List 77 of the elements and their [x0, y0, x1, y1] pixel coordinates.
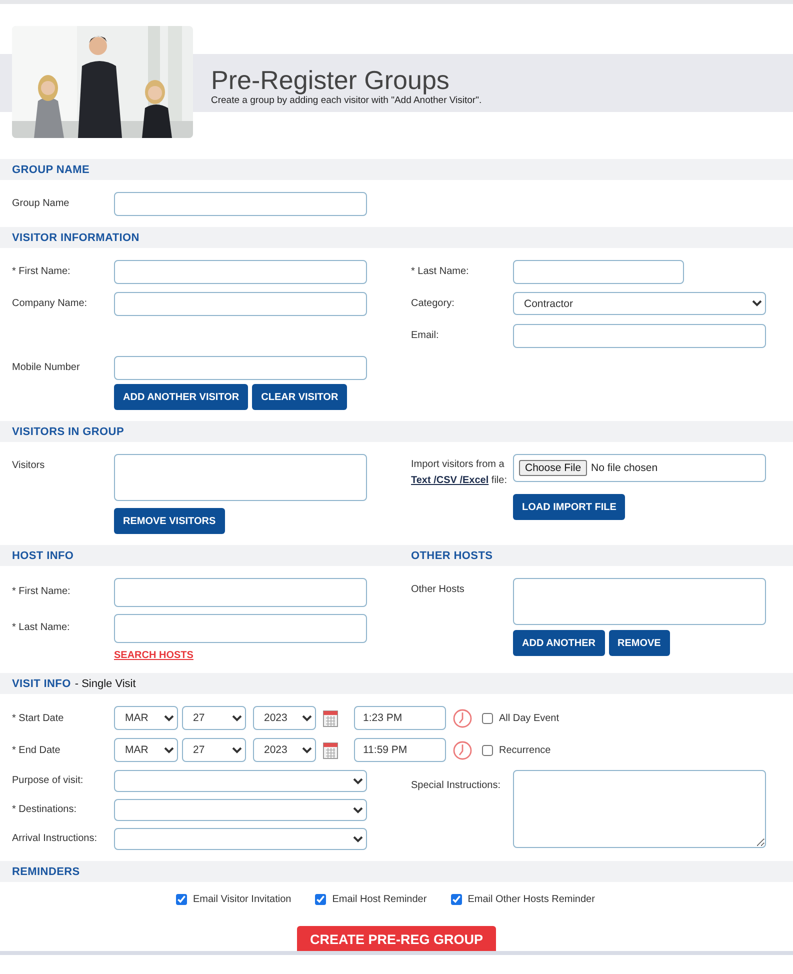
clock-icon[interactable] [453, 740, 472, 760]
field-label: * Destinations: [12, 803, 78, 817]
import-label: Import visitors from a Text /CSV /Excel file: [411, 458, 508, 488]
list-box[interactable] [513, 578, 766, 625]
text-field[interactable] [114, 192, 367, 216]
field-label: * Last Name: [12, 621, 71, 635]
action-button[interactable]: ADD ANOTHER [513, 630, 605, 656]
text-area[interactable] [513, 770, 766, 848]
text-field[interactable] [513, 260, 684, 284]
text-field[interactable] [114, 578, 367, 607]
dropdown[interactable] [114, 828, 367, 850]
field-label: * First Name: [12, 585, 72, 599]
action-button[interactable]: CLEAR VISITOR [252, 384, 348, 410]
create-group-button[interactable]: CREATE PRE-REG GROUP [296, 926, 496, 951]
section-title: VISITORS IN GROUP [12, 426, 124, 438]
field-label: Other Hosts [411, 583, 466, 597]
month-dropdown[interactable]: MAR [114, 706, 178, 730]
choose-file-button[interactable]: Choose File [519, 460, 588, 476]
page-subtitle: Create a group by adding each visitor with "Add Another Visitor". [211, 94, 482, 106]
checkbox-label: All Day Event [499, 712, 560, 724]
section-title: GROUP NAME [12, 164, 90, 176]
text-field[interactable] [114, 292, 367, 316]
section-title: HOST INFO [12, 550, 74, 562]
time-field[interactable]: 11:59 PM [354, 738, 446, 762]
action-button[interactable]: REMOVE [608, 630, 670, 656]
field-label: Category: [411, 297, 456, 311]
section-title: REMINDERS [12, 866, 80, 878]
file-types-link[interactable]: Text /CSV /Excel [411, 475, 489, 486]
section-title: VISITOR INFORMATION [12, 232, 140, 244]
time-field[interactable]: 1:23 PM [354, 706, 446, 730]
dropdown[interactable] [114, 770, 367, 792]
text-field[interactable] [114, 260, 367, 284]
section-subtitle: - Single Visit [74, 678, 136, 690]
field-label: * First Name: [12, 265, 72, 279]
action-button[interactable]: LOAD IMPORT FILE [513, 494, 626, 520]
calendar-icon[interactable] [323, 741, 338, 759]
checkbox[interactable] [450, 894, 462, 905]
dropdown[interactable] [114, 799, 367, 821]
checkbox-label: Recurrence [499, 744, 551, 756]
calendar-icon[interactable] [323, 709, 338, 727]
year-dropdown[interactable]: 2023 [253, 738, 316, 762]
checkbox[interactable] [482, 744, 493, 756]
field-label: * Last Name: [411, 265, 470, 279]
file-status: No file chosen [591, 462, 658, 474]
checkbox-label: Email Visitor Invitation [193, 894, 292, 905]
field-label: Group Name [12, 197, 70, 211]
checkbox[interactable] [482, 712, 493, 724]
field-label: Mobile Number [12, 361, 81, 375]
field-label: Purpose of visit: [12, 774, 84, 788]
section-title: OTHER HOSTS [411, 550, 493, 562]
section-title: VISIT INFO [12, 678, 71, 690]
checkbox[interactable] [315, 894, 326, 905]
text-field[interactable] [114, 356, 367, 380]
field-label: Special Instructions: [411, 779, 502, 793]
year-dropdown[interactable]: 2023 [253, 706, 316, 730]
field-label: * End Date [12, 744, 62, 756]
field-label: Company Name: [12, 297, 88, 311]
field-label: Email: [411, 329, 440, 343]
day-dropdown[interactable]: 27 [182, 738, 246, 762]
dropdown[interactable]: Contractor [513, 292, 766, 315]
search-hosts-link[interactable]: SEARCH HOSTS [114, 650, 194, 662]
month-dropdown[interactable]: MAR [114, 738, 178, 762]
page-title: Pre-Register Groups [211, 64, 450, 94]
checkbox-label: Email Other Hosts Reminder [468, 894, 595, 905]
list-box[interactable] [114, 454, 367, 501]
text-field[interactable] [114, 614, 367, 643]
file-field[interactable]: Choose File No file chosen [513, 454, 766, 482]
action-button[interactable]: REMOVE VISITORS [114, 508, 225, 534]
action-button[interactable]: ADD ANOTHER VISITOR [114, 384, 248, 410]
field-label: Visitors [12, 459, 46, 473]
clock-icon[interactable] [453, 708, 472, 728]
checkbox[interactable] [176, 894, 187, 905]
checkbox-label: Email Host Reminder [332, 894, 427, 905]
field-label: Arrival Instructions: [12, 832, 98, 846]
field-label: * Start Date [12, 712, 65, 724]
day-dropdown[interactable]: 27 [182, 706, 246, 730]
text-field[interactable] [513, 324, 766, 348]
